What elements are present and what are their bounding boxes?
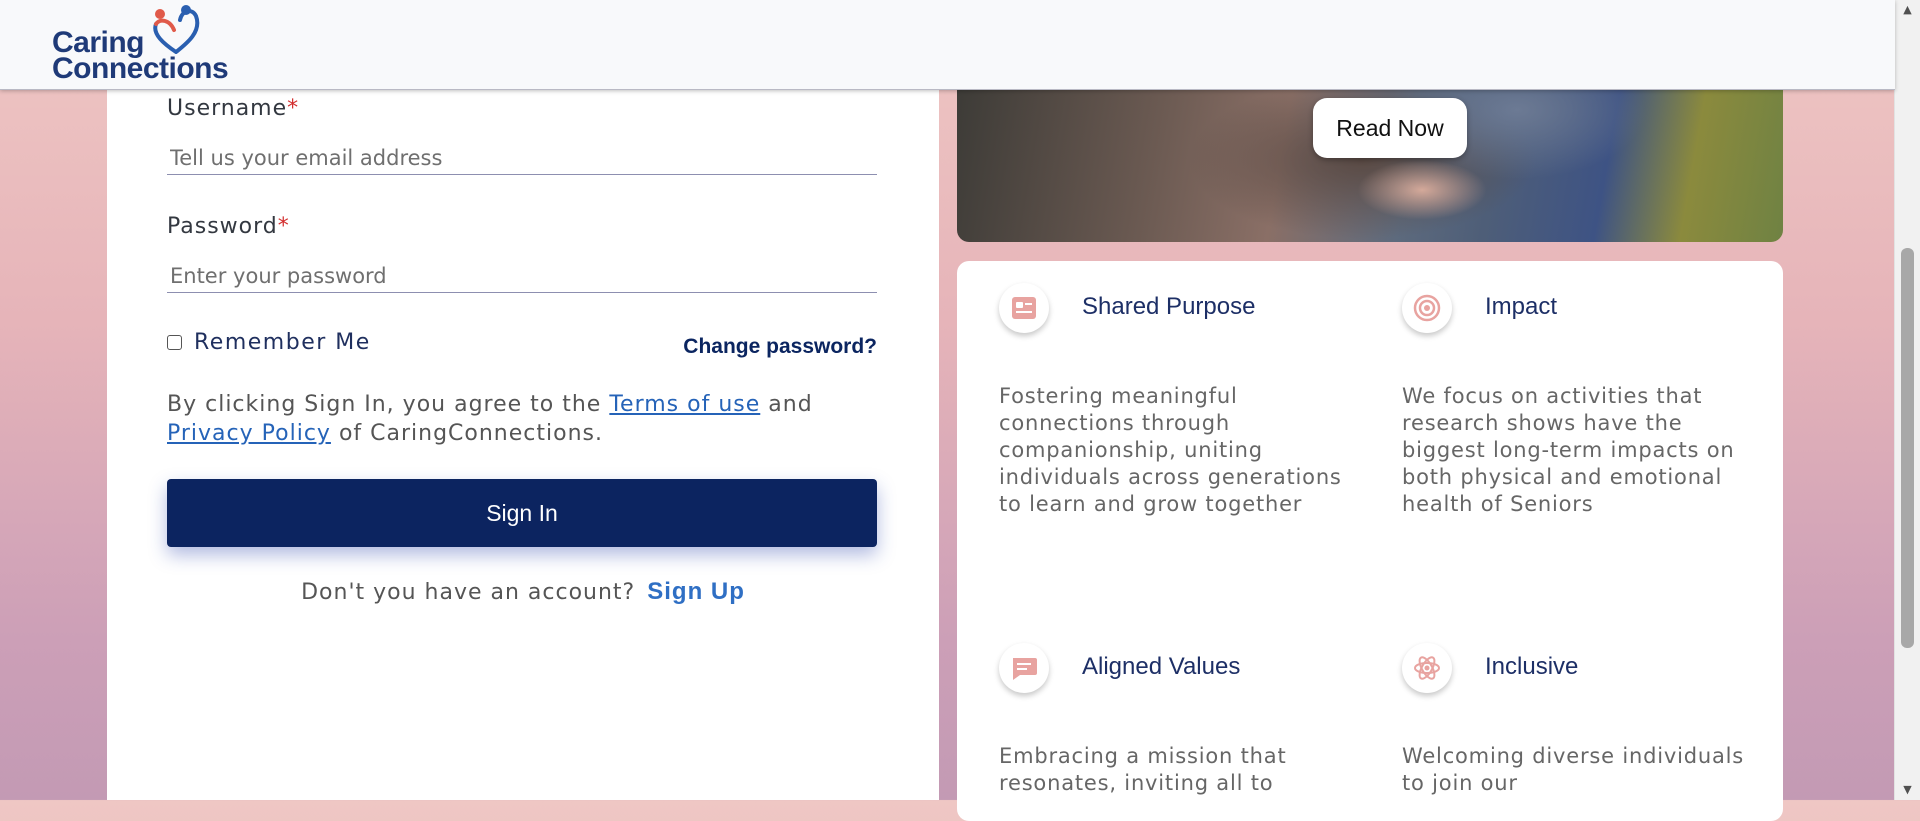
features-card: Shared Purpose Fostering meaningful conn… xyxy=(957,261,1783,821)
sign-in-button[interactable]: Sign In xyxy=(167,479,877,547)
password-input[interactable] xyxy=(167,259,877,293)
scroll-thumb[interactable] xyxy=(1901,248,1914,648)
signup-prompt: Don't you have an account? Sign Up xyxy=(301,578,745,605)
change-password-link[interactable]: Change password? xyxy=(683,335,877,359)
password-label: Password* xyxy=(167,214,290,239)
sign-up-link[interactable]: Sign Up xyxy=(647,578,745,605)
feature-description: Fostering meaningful connections through… xyxy=(999,384,1342,516)
remember-me-checkbox[interactable] xyxy=(167,335,182,350)
username-label: Username* xyxy=(167,96,300,121)
read-now-button[interactable]: Read Now xyxy=(1313,98,1467,158)
feature-description: Welcoming diverse individuals to join ou… xyxy=(1402,744,1745,795)
scroll-down-arrow-icon[interactable]: ▼ xyxy=(1895,780,1920,800)
terms-text: By clicking Sign In, you agree to the Te… xyxy=(167,392,813,446)
caring-connections-logo[interactable]: Caring Connections xyxy=(52,4,242,86)
atom-icon xyxy=(1402,643,1452,693)
logo-wordmark: Caring Connections xyxy=(52,26,229,85)
feature-description: Embracing a mission that resonates, invi… xyxy=(999,744,1287,795)
target-icon xyxy=(1402,283,1452,333)
privacy-policy-link[interactable]: Privacy Policy xyxy=(167,421,331,446)
badge-icon xyxy=(999,283,1049,333)
site-header: Caring Connections xyxy=(0,0,1895,90)
username-input[interactable] xyxy=(167,141,877,175)
terms-of-use-link[interactable]: Terms of use xyxy=(609,392,760,417)
feature-title: Inclusive xyxy=(1485,653,1579,680)
remember-me-label[interactable]: Remember Me xyxy=(194,330,371,355)
feature-title: Aligned Values xyxy=(1082,653,1241,680)
feature-title: Impact xyxy=(1485,293,1558,320)
login-panel: Username* Password* Remember Me Change p… xyxy=(107,0,939,800)
scroll-up-arrow-icon[interactable]: ▲ xyxy=(1895,0,1920,20)
remember-me: Remember Me xyxy=(167,330,371,355)
feature-description: We focus on activities that research sho… xyxy=(1402,384,1735,516)
page-scrollbar[interactable]: ▲ ▼ xyxy=(1894,0,1920,800)
chat-icon xyxy=(999,643,1049,693)
feature-title: Shared Purpose xyxy=(1082,293,1256,320)
